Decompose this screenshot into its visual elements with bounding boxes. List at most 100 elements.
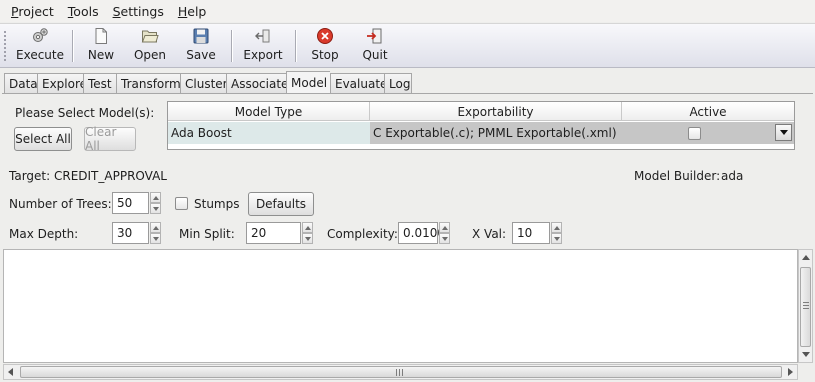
scroll-right-icon[interactable] <box>788 368 793 376</box>
min-split-input[interactable]: 20 <box>246 222 301 244</box>
number-of-trees-label: Number of Trees: <box>9 197 112 211</box>
horizontal-scrollbar[interactable] <box>3 364 798 380</box>
spin-up-button[interactable] <box>439 222 450 233</box>
tab-test[interactable]: Test <box>83 73 116 94</box>
select-models-label: Please Select Model(s): <box>15 106 155 120</box>
floppy-save-icon <box>193 28 209 44</box>
spin-up-button[interactable] <box>150 192 161 203</box>
complexity-label: Complexity: <box>327 227 398 241</box>
grip-icon <box>396 369 405 376</box>
vertical-scroll-thumb[interactable] <box>800 267 811 347</box>
up-arrow-icon <box>441 225 448 230</box>
tab-data[interactable]: Data <box>4 73 37 94</box>
horizontal-scroll-thumb[interactable] <box>20 366 782 378</box>
menu-settings[interactable]: Settings <box>106 4 171 19</box>
scroll-left-icon[interactable] <box>8 368 13 376</box>
down-arrow-icon <box>152 236 159 241</box>
up-arrow-icon <box>304 225 311 230</box>
min-split-spinner[interactable]: 20 <box>246 222 313 244</box>
grip-icon <box>803 302 809 311</box>
quit-button[interactable]: Quit <box>358 27 392 65</box>
column-header-exportability[interactable]: Exportability <box>370 102 622 121</box>
folder-open-icon <box>141 30 159 43</box>
output-textview[interactable] <box>3 249 798 363</box>
target-label: Target: CREDIT_APPROVAL <box>9 169 167 183</box>
up-arrow-icon <box>152 225 159 230</box>
exportability-cell: C Exportable(.c); PMML Exportable(.xml) <box>370 122 622 144</box>
toolbar-separator <box>231 30 232 62</box>
active-cell <box>622 122 794 144</box>
stop-button[interactable]: Stop <box>308 27 342 65</box>
down-arrow-icon <box>553 236 560 241</box>
menu-project[interactable]: Project <box>4 4 61 19</box>
menu-tools[interactable]: Tools <box>61 4 106 19</box>
spin-down-button[interactable] <box>302 233 313 244</box>
toolbar: Execute New Open Save Export Stop Quit <box>0 23 815 68</box>
model-table: Model Type Exportability Active Ada Boos… <box>167 101 795 150</box>
complexity-spinner[interactable]: 0.0100 <box>398 222 450 244</box>
spin-up-button[interactable] <box>302 222 313 233</box>
down-arrow-icon <box>441 236 448 241</box>
new-button[interactable]: New <box>84 27 118 65</box>
down-arrow-icon <box>304 236 311 241</box>
up-arrow-icon <box>152 195 159 200</box>
model-row-dropdown[interactable] <box>775 124 792 141</box>
spin-down-button[interactable] <box>439 233 450 244</box>
scroll-up-icon[interactable] <box>802 255 810 260</box>
defaults-button[interactable]: Defaults <box>248 192 314 216</box>
vertical-scrollbar[interactable] <box>798 249 813 363</box>
export-button[interactable]: Export <box>242 27 284 65</box>
export-icon <box>255 29 270 43</box>
menu-bar: Project Tools Settings Help <box>0 0 815 22</box>
spin-up-button[interactable] <box>150 222 161 233</box>
max-depth-label: Max Depth: <box>9 227 79 241</box>
chevron-down-icon <box>779 130 788 135</box>
tab-cluster[interactable]: Cluster <box>180 73 226 94</box>
scroll-down-icon[interactable] <box>802 352 810 357</box>
exit-door-icon <box>367 28 382 44</box>
toolbar-separator <box>295 30 296 62</box>
complexity-input[interactable]: 0.0100 <box>398 222 445 244</box>
xval-spinner[interactable]: 10 <box>512 222 562 244</box>
save-button[interactable]: Save <box>182 27 220 65</box>
gears-icon <box>33 28 48 42</box>
open-button[interactable]: Open <box>130 27 170 65</box>
spin-down-button[interactable] <box>150 203 161 214</box>
up-arrow-icon <box>553 225 560 230</box>
stumps-checkbox[interactable] <box>175 197 188 210</box>
max-depth-spinner[interactable]: 30 <box>112 222 161 244</box>
spin-up-button[interactable] <box>551 222 562 233</box>
tab-associate[interactable]: Associate <box>226 73 286 94</box>
toolbar-separator <box>72 30 73 62</box>
xval-label: X Val: <box>472 227 507 241</box>
tab-evaluate[interactable]: Evaluate <box>330 73 384 94</box>
menu-help[interactable]: Help <box>171 4 214 19</box>
number-of-trees-spinner[interactable]: 50 <box>112 192 161 214</box>
xval-input[interactable]: 10 <box>512 222 550 244</box>
min-split-label: Min Split: <box>179 227 235 241</box>
model-table-header: Model Type Exportability Active <box>168 102 794 121</box>
column-header-model-type[interactable]: Model Type <box>168 102 370 121</box>
number-of-trees-input[interactable]: 50 <box>112 192 149 214</box>
max-depth-input[interactable]: 30 <box>112 222 149 244</box>
execute-button[interactable]: Execute <box>16 27 64 65</box>
toolbar-grip[interactable] <box>3 30 7 62</box>
select-all-button[interactable]: Select All <box>14 127 72 151</box>
new-document-icon <box>95 28 107 44</box>
tab-log[interactable]: Log <box>384 73 412 94</box>
model-builder-value: ada <box>721 169 744 183</box>
active-checkbox[interactable] <box>687 126 701 140</box>
clear-all-button[interactable]: Clear All <box>84 125 136 153</box>
column-header-active[interactable]: Active <box>622 102 794 121</box>
notebook-tabs: Data Explore Test Transform Cluster Asso… <box>4 71 412 94</box>
spin-down-button[interactable] <box>150 233 161 244</box>
tab-model[interactable]: Model <box>286 71 330 94</box>
model-type-cell[interactable]: Ada Boost <box>168 122 370 144</box>
tab-explore[interactable]: Explore <box>37 73 83 94</box>
tab-transform[interactable]: Transform <box>116 73 180 94</box>
model-builder-label: Model Builder: <box>634 169 721 183</box>
stop-icon <box>317 28 333 44</box>
tab-panel-border <box>2 93 813 94</box>
spin-down-button[interactable] <box>551 233 562 244</box>
model-table-row[interactable]: Ada Boost C Exportable(.c); PMML Exporta… <box>168 122 794 144</box>
